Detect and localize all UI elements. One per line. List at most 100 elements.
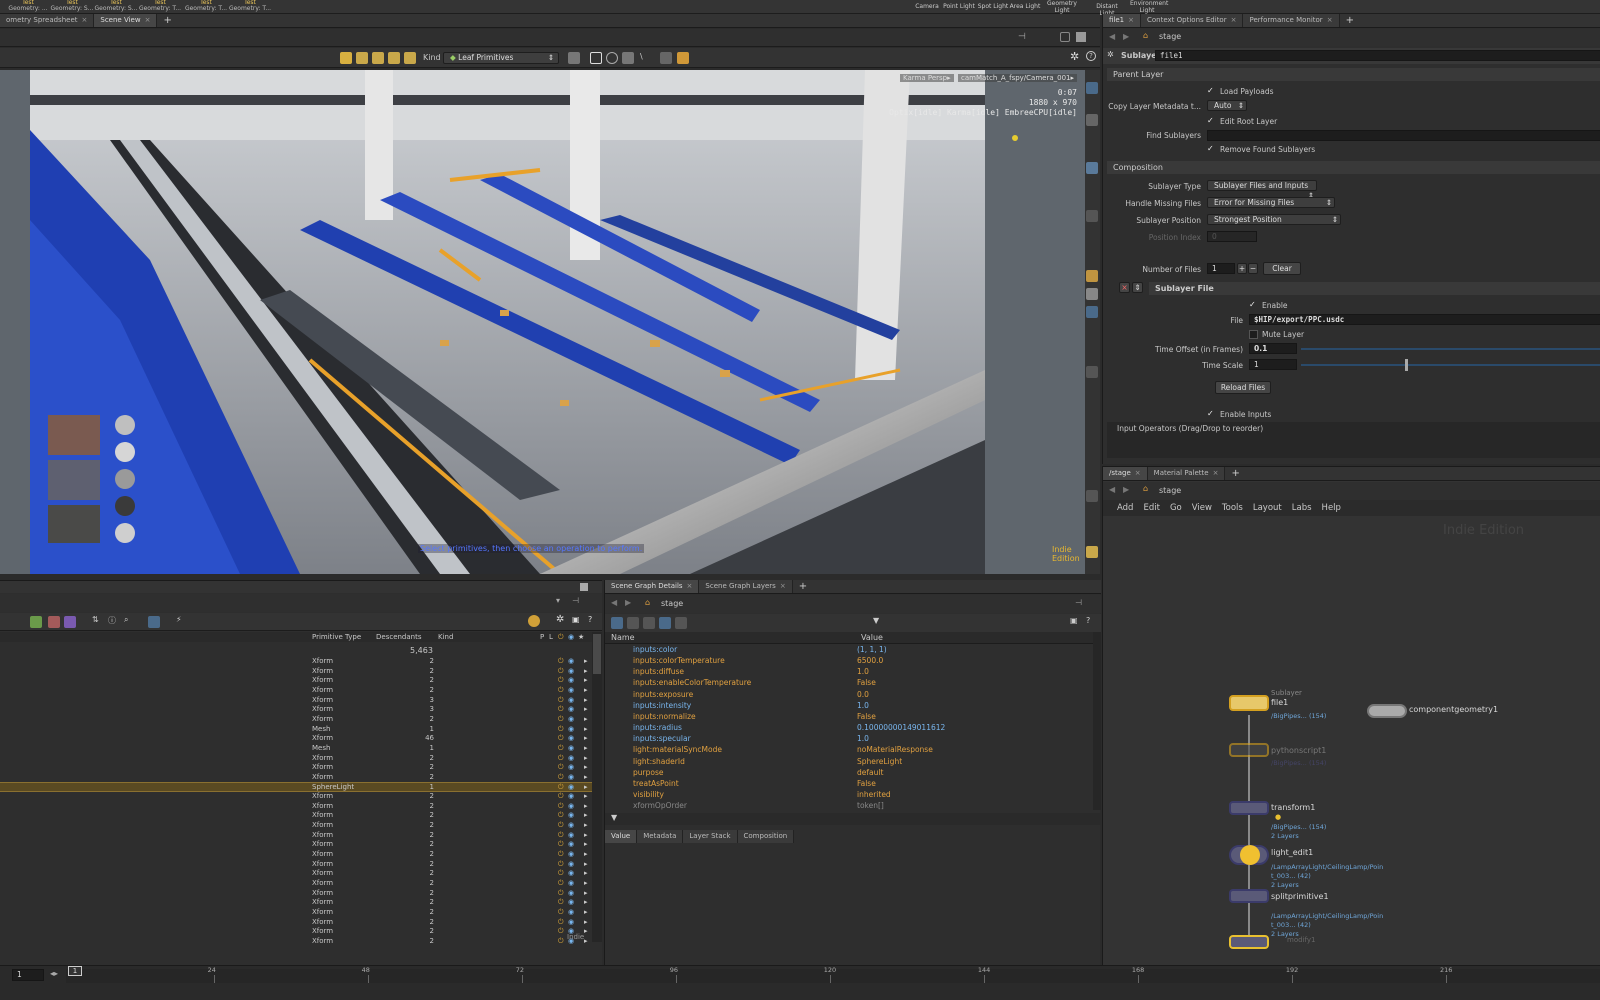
back-icon[interactable]: ◀ xyxy=(1109,485,1115,494)
transform-icon[interactable] xyxy=(356,52,368,64)
close-icon[interactable]: × xyxy=(1213,467,1219,480)
add-tab-icon[interactable]: + xyxy=(793,581,813,592)
close-icon[interactable]: × xyxy=(687,580,693,593)
tab-layer-stack[interactable]: Layer Stack xyxy=(683,830,738,843)
property-row[interactable]: visibility inherited xyxy=(605,789,1093,800)
maximize-icon[interactable] xyxy=(1076,32,1086,42)
filter-icon[interactable]: ▼ xyxy=(611,813,617,822)
split-icon[interactable] xyxy=(1060,32,1070,42)
snapshot-icon[interactable] xyxy=(1086,210,1098,222)
select-arrow-icon[interactable]: ▸ xyxy=(584,879,588,889)
handle-icon[interactable] xyxy=(404,52,416,64)
select-arrow-icon[interactable]: ▸ xyxy=(584,937,588,947)
transform1-name[interactable]: transform1 xyxy=(1271,803,1315,812)
active-icon[interactable]: ⏻ xyxy=(558,667,564,677)
chevron-down-icon[interactable]: ▾ xyxy=(556,596,560,605)
details-path[interactable]: stage xyxy=(661,599,683,608)
property-row[interactable]: light:shaderId SphereLight xyxy=(605,756,1093,767)
sync-icon[interactable] xyxy=(528,615,540,627)
property-row[interactable]: xformOpOrder token[] xyxy=(605,800,1093,811)
visibility-icon[interactable]: ◉ xyxy=(568,918,574,928)
search-icon[interactable]: ⌕ xyxy=(124,615,128,625)
close-icon[interactable]: × xyxy=(1128,14,1134,27)
background-icon[interactable] xyxy=(1086,306,1098,318)
property-row[interactable]: inputs:normalize False xyxy=(605,711,1093,722)
property-row[interactable]: inputs:colorTemperature 6500.0 xyxy=(605,655,1093,666)
visibility-icon[interactable]: ◉ xyxy=(568,686,574,696)
property-row[interactable]: inputs:intensity 1.0 xyxy=(605,700,1093,711)
property-row[interactable]: light:materialSyncMode noMaterialResponse xyxy=(605,744,1093,755)
property-row[interactable]: inputs:enableColorTemperature False xyxy=(605,677,1093,688)
time-scale-slider-handle[interactable] xyxy=(1405,359,1408,371)
close-icon[interactable]: × xyxy=(145,14,151,27)
renderer-menu[interactable]: Karma Persp▸ xyxy=(900,74,954,82)
select-arrow-icon[interactable]: ▸ xyxy=(584,657,588,667)
active-icon[interactable]: ⏻ xyxy=(558,754,564,764)
area-light-tool[interactable]: Area Light xyxy=(1008,3,1042,10)
table-row[interactable]: Xform 2 ⏻ ◉ ▸ xyxy=(0,686,592,696)
options-icon[interactable]: ⚡ xyxy=(176,615,182,624)
col-primitive-type[interactable]: Primitive Type xyxy=(312,632,361,642)
box-select-icon[interactable] xyxy=(590,52,602,64)
time-offset-input[interactable]: 0.1 xyxy=(1249,343,1297,354)
shelf-tool-5[interactable]: Test Geometry: T... xyxy=(228,0,272,12)
table-row[interactable]: Xform 2 ⏻ ◉ ▸ xyxy=(0,821,592,831)
active-icon[interactable]: ⏻ xyxy=(558,773,564,783)
select-arrow-icon[interactable]: ▸ xyxy=(584,802,588,812)
help-icon[interactable]: ? xyxy=(1086,616,1090,625)
visibility-icon[interactable]: ◉ xyxy=(568,734,574,744)
camera-icon[interactable]: ▣ xyxy=(1070,616,1078,625)
tab-stage[interactable]: /stage × xyxy=(1103,467,1148,480)
shelf-tool-1[interactable]: Test Geometry: S... xyxy=(50,0,94,12)
select-arrow-icon[interactable]: ▸ xyxy=(584,908,588,918)
table-row[interactable]: Xform 3 ⏻ ◉ ▸ xyxy=(0,696,592,706)
table-row[interactable]: Xform 2 ⏻ ◉ ▸ xyxy=(0,918,592,928)
table-row[interactable]: Xform 2 ⏻ ◉ ▸ xyxy=(0,840,592,850)
list-icon[interactable] xyxy=(659,617,671,629)
visibility-icon[interactable]: ◉ xyxy=(568,802,574,812)
table-row[interactable]: Xform 2 ⏻ ◉ ▸ xyxy=(0,898,592,908)
pin-icon[interactable]: ⊣ xyxy=(1018,32,1026,42)
splitprimitive1-name[interactable]: splitprimitive1 xyxy=(1271,892,1329,901)
active-icon[interactable]: ⏻ xyxy=(558,811,564,821)
active-icon[interactable]: ⏻ xyxy=(558,879,564,889)
info-icon[interactable]: ⓘ xyxy=(108,615,116,626)
table-row[interactable]: Mesh 1 ⏻ ◉ ▸ xyxy=(0,744,592,754)
menu-tools[interactable]: Tools xyxy=(1222,500,1243,516)
visibility-icon[interactable]: ◉ xyxy=(568,850,574,860)
tab-performance-monitor[interactable]: Performance Monitor × xyxy=(1243,14,1340,27)
table-row[interactable]: Xform 2 ⏻ ◉ ▸ xyxy=(0,908,592,918)
table-row[interactable]: SphereLight 1 ⏻ ◉ ▸ xyxy=(0,782,592,793)
mute-layer-checkbox[interactable] xyxy=(1249,330,1258,339)
select-arrow-icon[interactable]: ▸ xyxy=(584,811,588,821)
visibility-icon[interactable]: ◉ xyxy=(568,840,574,850)
node-transform1[interactable] xyxy=(1229,801,1269,815)
gear-icon[interactable]: ✲ xyxy=(556,614,564,625)
network-path[interactable]: stage xyxy=(1159,486,1181,495)
active-icon[interactable]: ⏻ xyxy=(558,734,564,744)
shelf-tool-2[interactable]: Test Geometry: S... xyxy=(94,0,138,12)
col-value[interactable]: Value xyxy=(861,632,883,644)
active-icon[interactable]: ⏻ xyxy=(558,792,564,802)
active-icon[interactable]: ⏻ xyxy=(558,763,564,773)
visibility-icon[interactable]: ◉ xyxy=(568,754,574,764)
table-row[interactable]: Xform 2 ⏻ ◉ ▸ xyxy=(0,889,592,899)
visibility-icon[interactable]: ◉ xyxy=(568,705,574,715)
reorder-instance-icon[interactable]: ⇕ xyxy=(1132,282,1143,293)
select-arrow-icon[interactable]: ▸ xyxy=(584,773,588,783)
menu-add[interactable]: Add xyxy=(1117,500,1133,516)
visibility-icon[interactable]: ◉ xyxy=(568,657,574,667)
active-icon[interactable]: ⏻ xyxy=(558,869,564,879)
node-pythonscript1[interactable] xyxy=(1229,743,1269,757)
add-tab-icon[interactable]: + xyxy=(1340,15,1360,26)
col-lock[interactable]: L xyxy=(549,632,553,642)
menu-help[interactable]: Help xyxy=(1322,500,1341,516)
select-arrow-icon[interactable]: ▸ xyxy=(584,792,588,802)
selection-mode-icon[interactable] xyxy=(568,52,580,64)
composition-section[interactable]: Composition xyxy=(1107,161,1600,174)
close-icon[interactable]: × xyxy=(1231,14,1237,27)
shelf-tool-0[interactable]: Test Geometry: ... xyxy=(6,0,50,12)
camera-view-icon[interactable] xyxy=(1086,162,1098,174)
light-icon[interactable] xyxy=(1086,270,1098,282)
select-arrow-icon[interactable]: ▸ xyxy=(584,918,588,928)
